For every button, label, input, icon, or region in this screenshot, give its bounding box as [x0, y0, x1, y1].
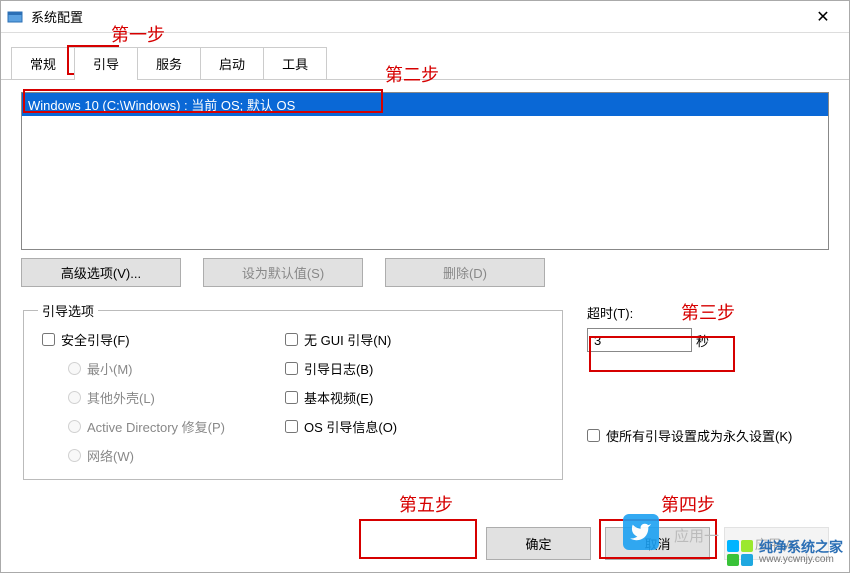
- timeout-section: 超时(T): 秒 使所有引导设置成为永久设置(K): [587, 301, 829, 480]
- boot-options-group: 引导选项 安全引导(F) 最小(M) 其他外壳(L): [23, 301, 563, 480]
- ok-button[interactable]: 确定: [486, 527, 591, 560]
- timeout-label: 超时(T):: [587, 303, 829, 322]
- annotation-step5: 第五步: [399, 491, 453, 517]
- tab-startup[interactable]: 启动: [200, 47, 264, 79]
- tab-general[interactable]: 常规: [11, 47, 75, 79]
- cancel-button[interactable]: 取消: [605, 527, 710, 560]
- no-gui-input[interactable]: [285, 333, 298, 346]
- safe-altshell-input: [68, 391, 81, 404]
- delete-button: 删除(D): [385, 258, 545, 287]
- boot-action-buttons: 高级选项(V)... 设为默认值(S) 删除(D): [21, 258, 829, 287]
- safe-minimal-radio: 最小(M): [42, 359, 225, 378]
- permanent-input[interactable]: [587, 429, 600, 442]
- os-boot-info-input[interactable]: [285, 420, 298, 433]
- safe-network-radio: 网络(W): [42, 446, 225, 465]
- tab-services[interactable]: 服务: [137, 47, 201, 79]
- timeout-unit: 秒: [696, 331, 709, 350]
- permanent-checkbox[interactable]: 使所有引导设置成为永久设置(K): [587, 426, 829, 445]
- safe-minimal-input: [68, 362, 81, 375]
- timeout-input[interactable]: [587, 328, 692, 352]
- lower-section: 引导选项 安全引导(F) 最小(M) 其他外壳(L): [21, 301, 829, 480]
- safe-boot-checkbox[interactable]: 安全引导(F): [42, 330, 225, 349]
- boot-entries-list[interactable]: Windows 10 (C:\Windows) : 当前 OS; 默认 OS: [21, 92, 829, 250]
- tab-boot[interactable]: 引导: [74, 47, 138, 79]
- boot-options-legend: 引导选项: [38, 301, 98, 320]
- boot-entry-selected[interactable]: Windows 10 (C:\Windows) : 当前 OS; 默认 OS: [22, 93, 828, 116]
- no-gui-checkbox[interactable]: 无 GUI 引导(N): [285, 330, 397, 349]
- dialog-footer: 确定 取消 应用(A): [21, 527, 829, 560]
- base-video-checkbox[interactable]: 基本视频(E): [285, 388, 397, 407]
- boot-log-input[interactable]: [285, 362, 298, 375]
- app-icon: [7, 9, 23, 25]
- advanced-options-button[interactable]: 高级选项(V)...: [21, 258, 181, 287]
- apply-button[interactable]: 应用(A): [724, 527, 829, 560]
- set-default-button: 设为默认值(S): [203, 258, 363, 287]
- safe-boot-input[interactable]: [42, 333, 55, 346]
- safe-network-input: [68, 449, 81, 462]
- close-button[interactable]: ✕: [803, 3, 843, 31]
- os-boot-info-checkbox[interactable]: OS 引导信息(O): [285, 417, 397, 436]
- boot-log-checkbox[interactable]: 引导日志(B): [285, 359, 397, 378]
- safe-altshell-radio: 其他外壳(L): [42, 388, 225, 407]
- safe-ad-radio: Active Directory 修复(P): [42, 417, 225, 436]
- msconfig-window: 系统配置 ✕ 常规 引导 服务 启动 工具 Windows 10 (C:\Win…: [0, 0, 850, 573]
- base-video-input[interactable]: [285, 391, 298, 404]
- annotation-step4: 第四步: [661, 491, 715, 517]
- tab-content: Windows 10 (C:\Windows) : 当前 OS; 默认 OS 高…: [1, 80, 849, 490]
- tab-tools[interactable]: 工具: [263, 47, 327, 79]
- tab-strip: 常规 引导 服务 启动 工具: [1, 33, 849, 80]
- safe-ad-input: [68, 420, 81, 433]
- titlebar: 系统配置 ✕: [1, 1, 849, 33]
- window-title: 系统配置: [31, 7, 803, 26]
